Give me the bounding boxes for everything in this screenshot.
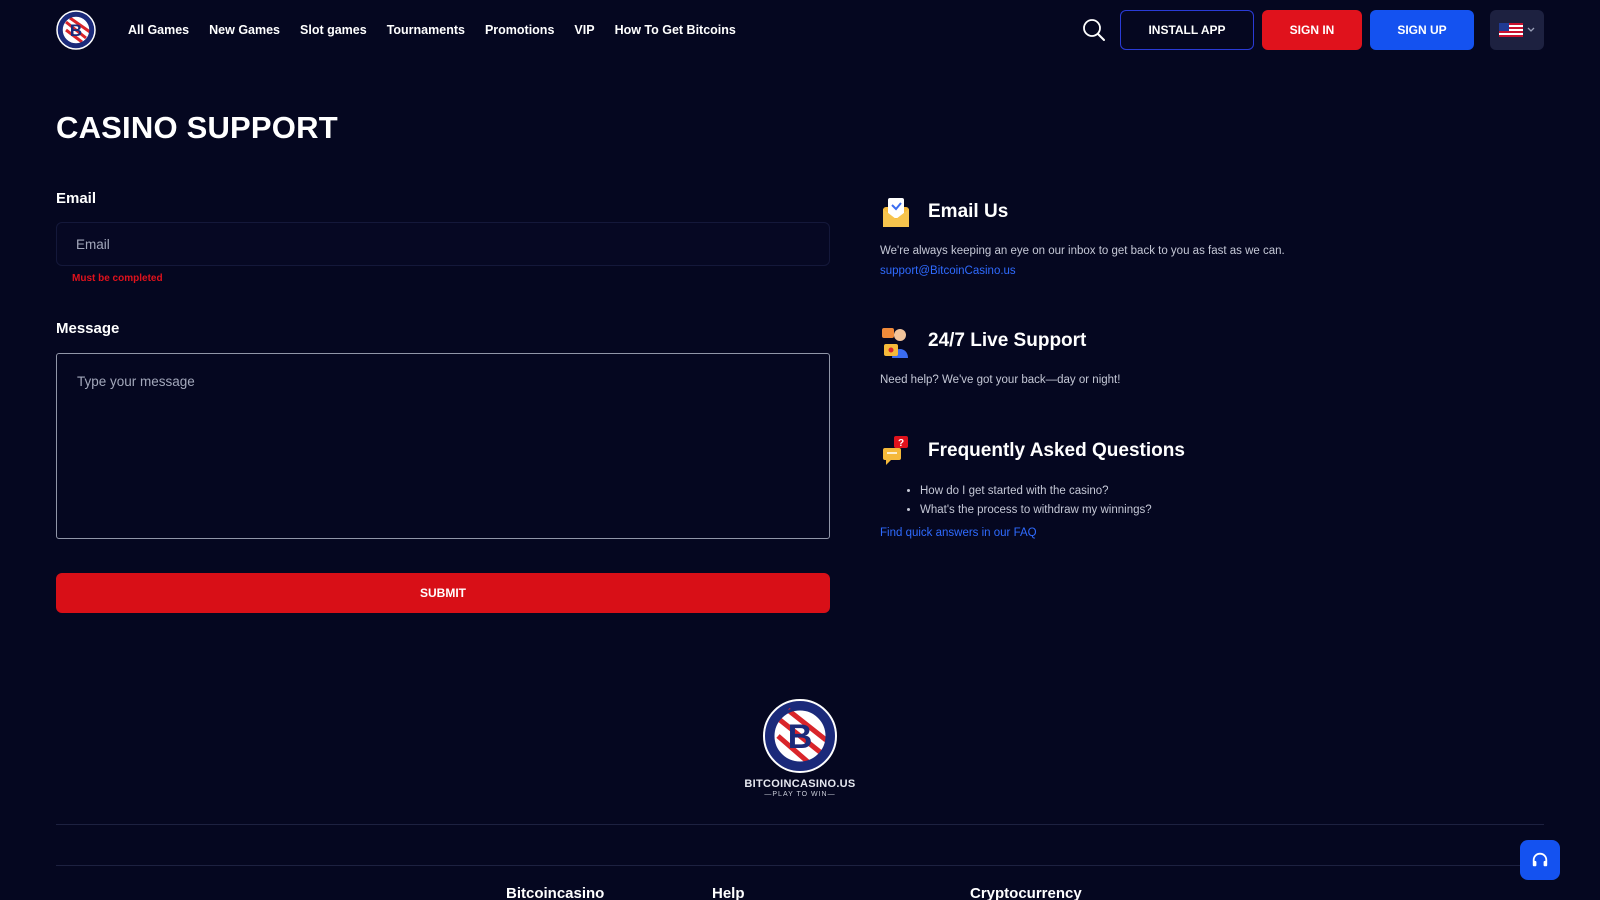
email-label: Email	[56, 190, 97, 207]
email-us-title: Email Us	[928, 201, 1009, 222]
envelope-icon	[883, 198, 909, 227]
faq-list: How do I get started with the casino? Wh…	[908, 482, 1152, 520]
faq-item: How do I get started with the casino?	[920, 482, 1152, 501]
footer-column-help: Help	[712, 885, 745, 900]
footer-tagline: —PLAY TO WIN—	[764, 791, 836, 798]
nav-promotions[interactable]: Promotions	[485, 23, 554, 37]
nav-all-games[interactable]: All Games	[128, 23, 189, 37]
faq-heading: ? Frequently Asked Questions	[880, 434, 1185, 468]
headphones-icon	[1532, 852, 1548, 867]
svg-text:B: B	[788, 718, 813, 756]
support-agent-icon	[882, 328, 908, 358]
message-label: Message	[56, 320, 120, 337]
faq-chat-icon: ?	[883, 436, 908, 465]
footer-divider	[56, 824, 1544, 825]
live-support-title: 24/7 Live Support	[928, 330, 1087, 351]
support-email-link[interactable]: support@BitcoinCasino.us	[880, 265, 1016, 277]
email-us-description: We're always keeping an eye on our inbox…	[880, 245, 1285, 257]
sign-up-button[interactable]: SIGN UP	[1370, 10, 1474, 50]
sign-in-button[interactable]: SIGN IN	[1262, 10, 1362, 50]
footer-column-cryptocurrency: Cryptocurrency	[970, 885, 1082, 900]
support-chat-button[interactable]	[1520, 840, 1560, 880]
nav-how-to-get-bitcoins[interactable]: How To Get Bitcoins	[615, 23, 736, 37]
message-field[interactable]	[56, 353, 830, 539]
email-error-message: Must be completed	[72, 273, 163, 284]
nav-vip[interactable]: VIP	[574, 23, 594, 37]
svg-text:B: B	[70, 21, 82, 40]
nav-new-games[interactable]: New Games	[209, 23, 280, 37]
main-nav: All Games New Games Slot games Tournamen…	[128, 23, 736, 37]
chevron-down-icon	[1527, 27, 1535, 32]
footer-divider	[56, 865, 1544, 866]
svg-text:?: ?	[898, 438, 904, 449]
nav-tournaments[interactable]: Tournaments	[387, 23, 465, 37]
faq-link[interactable]: Find quick answers in our FAQ	[880, 527, 1037, 539]
site-logo[interactable]: B	[56, 10, 96, 50]
email-field[interactable]	[56, 222, 830, 266]
us-flag-icon	[1499, 23, 1523, 37]
email-us-heading: Email Us	[880, 195, 1008, 229]
faq-item: What's the process to withdraw my winnin…	[920, 501, 1152, 520]
search-icon[interactable]	[1082, 18, 1106, 42]
install-app-button[interactable]: INSTALL APP	[1120, 10, 1254, 50]
footer-logo[interactable]: B	[762, 698, 838, 774]
live-support-description: Need help? We've got your back—day or ni…	[880, 374, 1121, 386]
faq-title: Frequently Asked Questions	[928, 440, 1185, 461]
submit-button[interactable]: SUBMIT	[56, 573, 830, 613]
nav-slot-games[interactable]: Slot games	[300, 23, 367, 37]
page-title: CASINO SUPPORT	[56, 110, 338, 145]
live-support-heading: 24/7 Live Support	[880, 324, 1086, 358]
top-header: B All Games New Games Slot games Tournam…	[0, 0, 1600, 62]
footer-column-bitcoincasino: Bitcoincasino	[506, 885, 605, 900]
language-selector[interactable]	[1490, 10, 1544, 50]
footer-brand: BITCOINCASINO.US	[744, 778, 856, 790]
